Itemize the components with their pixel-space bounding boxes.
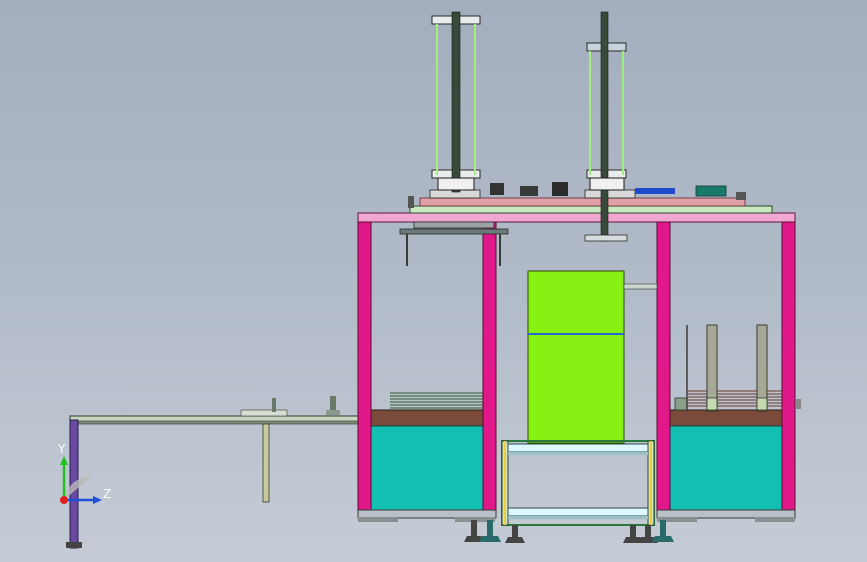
bottom-conveyor-frame[interactable] [501,440,655,526]
left-cabinet[interactable] [369,392,486,515]
left-foot [66,542,82,548]
cad-viewport[interactable]: Y Z [0,0,867,562]
coordinate-triad [60,456,102,504]
center-column-tower[interactable] [527,270,658,444]
lead-screw-right [600,11,609,242]
top-beam [357,212,796,223]
right-cabinet[interactable] [669,324,801,515]
machine-assembly-drawing[interactable] [0,0,867,562]
triad-y-label: Y [58,442,66,456]
triad-z-label: Z [103,487,112,501]
x-axis-dot [60,496,68,504]
leveling-feet [464,520,674,543]
pillar-center-left [482,221,497,515]
pillar-far-right [781,221,796,515]
lead-screw-left [451,11,461,193]
pillar-far-left [357,221,372,515]
left-conveyor-rail[interactable] [66,396,359,549]
lift-assembly-left[interactable] [431,11,481,193]
pillar-center-right [656,221,671,515]
rail-support-leg [262,423,270,503]
